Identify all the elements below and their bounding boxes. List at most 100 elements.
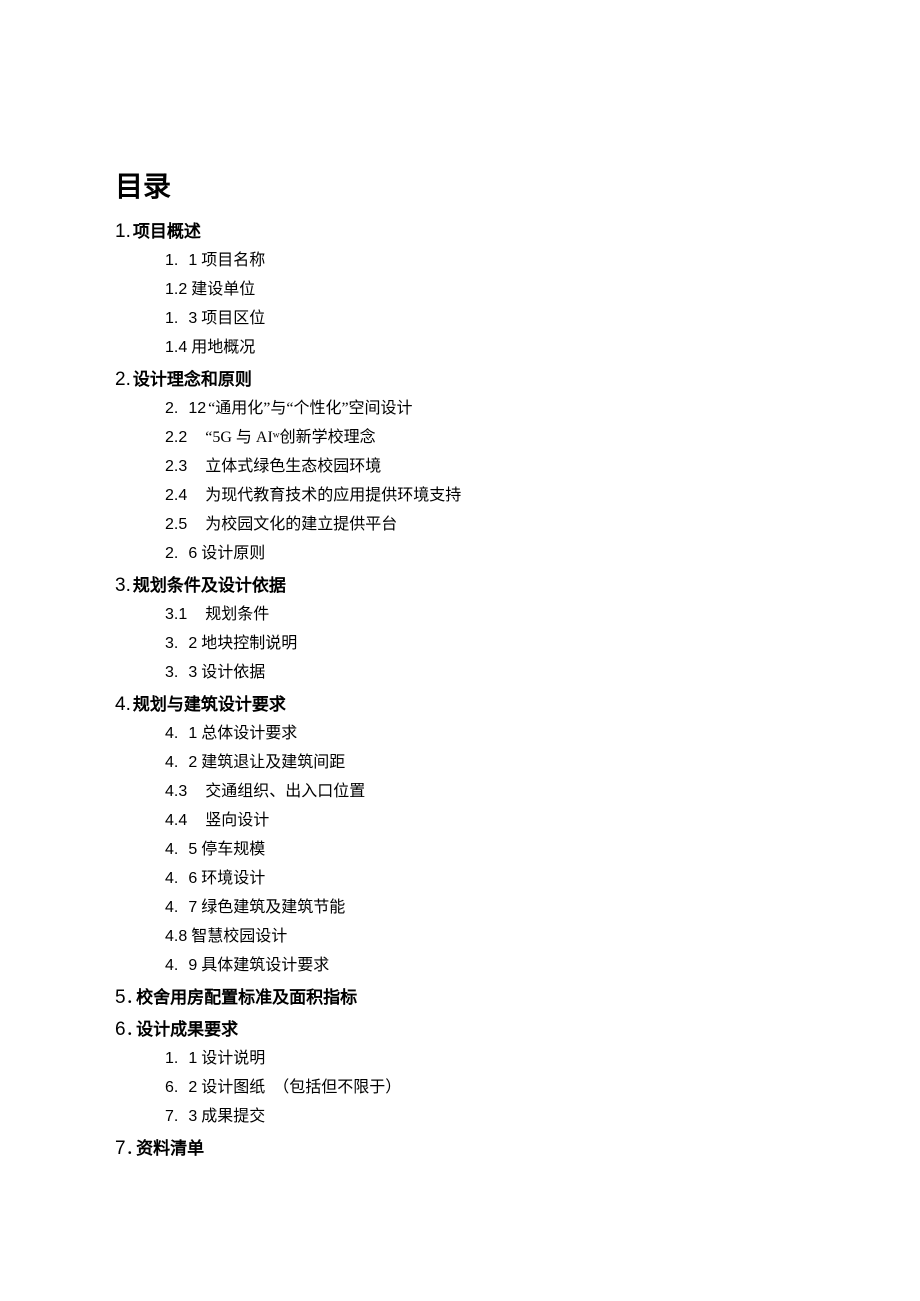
item-label: “通用化”与“个性化”空间设计 bbox=[208, 400, 412, 417]
toc-container: 1.项目概述1.1项目名称1.2建设单位1.3项目区位1.4用地概况2.设计理念… bbox=[115, 217, 920, 1160]
toc-item: 2. 6设计原则 bbox=[165, 542, 920, 566]
section-number: 7 bbox=[115, 1138, 126, 1159]
toc-item: 6. 2设计图纸 （包括但不限于） bbox=[165, 1076, 920, 1100]
section-label: . 校舍用房配置标准及面积指标 bbox=[128, 988, 358, 1007]
item-number-primary: 4. bbox=[165, 954, 178, 978]
item-number-secondary: 2 bbox=[188, 751, 197, 775]
item-label: 立体式绿色生态校园环境 bbox=[205, 458, 381, 475]
item-number-primary: 2. bbox=[165, 542, 178, 566]
item-label: “5G 与 AIʷ创新学校理念 bbox=[205, 429, 375, 446]
item-number-primary: 2.2 bbox=[165, 426, 187, 450]
item-label: 项目名称 bbox=[201, 252, 265, 269]
item-number-primary: 3.1 bbox=[165, 603, 187, 627]
toc-item: 4. 1总体设计要求 bbox=[165, 722, 920, 746]
item-number-primary: 3. bbox=[165, 632, 178, 656]
toc-item: 4.3 交通组织、出入口位置 bbox=[165, 780, 920, 804]
toc-item: 2.3 立体式绿色生态校园环境 bbox=[165, 455, 920, 479]
item-number-secondary: 3 bbox=[188, 1105, 197, 1129]
item-label: 竖向设计 bbox=[205, 812, 269, 829]
item-number-secondary: 1 bbox=[188, 722, 197, 746]
item-number-primary: 4.4 bbox=[165, 809, 187, 833]
item-number-primary: 1. bbox=[165, 307, 178, 331]
item-number-secondary: 9 bbox=[188, 954, 197, 978]
item-number-primary: 1.4 bbox=[165, 336, 187, 360]
item-number-primary: 2. bbox=[165, 397, 178, 421]
item-label: 停车规模 bbox=[201, 841, 265, 858]
toc-item: 7. 3成果提交 bbox=[165, 1105, 920, 1129]
item-label: 总体设计要求 bbox=[201, 725, 297, 742]
toc-section-5: 5. 校舍用房配置标准及面积指标 bbox=[115, 983, 920, 1009]
section-number: 2. bbox=[115, 369, 131, 390]
section-label: 规划与建筑设计要求 bbox=[133, 695, 286, 714]
item-number-primary: 4. bbox=[165, 838, 178, 862]
section-label: . 资料清单 bbox=[128, 1139, 205, 1158]
section-number: 3. bbox=[115, 575, 131, 596]
item-label: 为现代教育技术的应用提供环境支持 bbox=[205, 487, 461, 504]
item-number-primary: 4. bbox=[165, 751, 178, 775]
toc-item: 1.3项目区位 bbox=[165, 307, 920, 331]
toc-item: 2.12“通用化”与“个性化”空间设计 bbox=[165, 397, 920, 421]
item-label: 建设单位 bbox=[191, 281, 255, 298]
toc-item: 4. 2建筑退让及建筑间距 bbox=[165, 751, 920, 775]
section-label: 项目概述 bbox=[133, 222, 201, 241]
toc-section-1: 1.项目概述 bbox=[115, 217, 920, 243]
toc-item: 1.4用地概况 bbox=[165, 336, 920, 360]
toc-item: 3.1 规划条件 bbox=[165, 603, 920, 627]
section-number: 6 bbox=[115, 1019, 126, 1040]
item-label: 成果提交 bbox=[201, 1108, 265, 1125]
toc-item: 2.2 “5G 与 AIʷ创新学校理念 bbox=[165, 426, 920, 450]
item-number-primary: 1.2 bbox=[165, 278, 187, 302]
item-number-secondary: 3 bbox=[188, 661, 197, 685]
item-label: 设计说明 bbox=[201, 1050, 265, 1067]
toc-section-6: 6. 设计成果要求 bbox=[115, 1015, 920, 1041]
item-label: 为校园文化的建立提供平台 bbox=[205, 516, 397, 533]
item-number-primary: 4. bbox=[165, 896, 178, 920]
item-number-secondary: 5 bbox=[188, 838, 197, 862]
item-number-secondary: 7 bbox=[188, 896, 197, 920]
section-label: . 设计成果要求 bbox=[128, 1020, 239, 1039]
item-number-primary: 2.3 bbox=[165, 455, 187, 479]
toc-item: 1. 1设计说明 bbox=[165, 1047, 920, 1071]
item-number-primary: 4. bbox=[165, 722, 178, 746]
item-label: 设计原则 bbox=[201, 545, 265, 562]
item-number-secondary: 2 bbox=[188, 1076, 197, 1100]
toc-item: 4.4 竖向设计 bbox=[165, 809, 920, 833]
item-number-primary: 4.8 bbox=[165, 925, 187, 949]
toc-item: 4.7绿色建筑及建筑节能 bbox=[165, 896, 920, 920]
item-label: 交通组织、出入口位置 bbox=[205, 783, 365, 800]
item-number-primary: 4.3 bbox=[165, 780, 187, 804]
item-number-primary: 3. bbox=[165, 661, 178, 685]
item-number-primary: 2.5 bbox=[165, 513, 187, 537]
item-label: 设计图纸 （包括但不限于） bbox=[201, 1079, 401, 1096]
item-number-primary: 6. bbox=[165, 1076, 178, 1100]
section-number: 4. bbox=[115, 694, 131, 715]
item-label: 用地概况 bbox=[191, 339, 255, 356]
toc-item: 1. 1项目名称 bbox=[165, 249, 920, 273]
item-label: 具体建筑设计要求 bbox=[201, 957, 329, 974]
item-number-primary: 1. bbox=[165, 249, 178, 273]
item-number-secondary: 6 bbox=[188, 542, 197, 566]
item-label: 设计依据 bbox=[201, 664, 265, 681]
toc-item: 4.8智慧校园设计 bbox=[165, 925, 920, 949]
item-number-secondary: 1 bbox=[188, 1047, 197, 1071]
item-label: 地块控制说明 bbox=[201, 635, 297, 652]
toc-section-7: 7. 资料清单 bbox=[115, 1134, 920, 1160]
section-label: 设计理念和原则 bbox=[133, 370, 252, 389]
item-number-primary: 1. bbox=[165, 1047, 178, 1071]
toc-item: 4.6环境设计 bbox=[165, 867, 920, 891]
item-number-secondary: 1 bbox=[188, 249, 197, 273]
item-label: 建筑退让及建筑间距 bbox=[201, 754, 345, 771]
item-label: 规划条件 bbox=[205, 606, 269, 623]
item-label: 智慧校园设计 bbox=[191, 928, 287, 945]
item-number-secondary: 2 bbox=[188, 632, 197, 656]
toc-item: 4. 5停车规模 bbox=[165, 838, 920, 862]
toc-item: 1.2建设单位 bbox=[165, 278, 920, 302]
toc-section-3: 3.规划条件及设计依据 bbox=[115, 571, 920, 597]
item-label: 环境设计 bbox=[201, 870, 265, 887]
item-number-secondary: 6 bbox=[188, 867, 197, 891]
item-number-secondary: 3 bbox=[188, 307, 197, 331]
item-number-primary: 7. bbox=[165, 1105, 178, 1129]
toc-section-2: 2.设计理念和原则 bbox=[115, 365, 920, 391]
section-number: 5 bbox=[115, 987, 126, 1008]
toc-section-4: 4.规划与建筑设计要求 bbox=[115, 690, 920, 716]
